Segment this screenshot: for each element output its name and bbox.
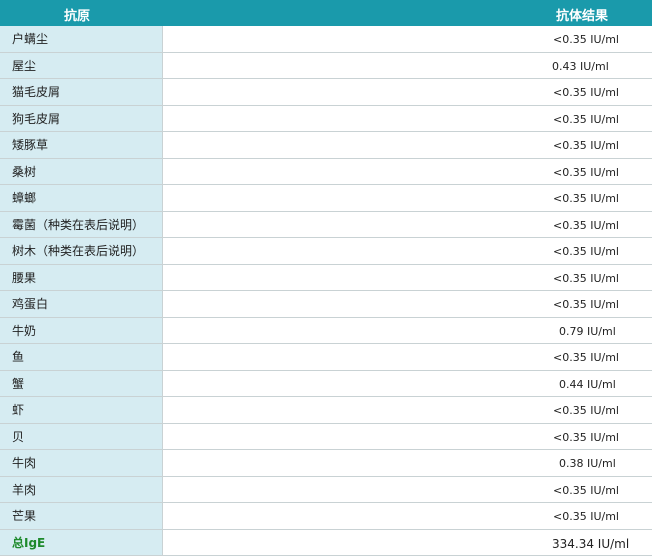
antigen-cell: 猫毛皮屑 [0, 79, 163, 105]
result-value: <0.35 IU/ml [553, 139, 619, 152]
result-cell: <0.35 IU/ml [163, 238, 652, 264]
result-value: <0.35 IU/ml [553, 430, 619, 444]
antigen-cell: 羊肉 [0, 476, 163, 502]
result-value: 0.44 IU/ml [559, 377, 616, 391]
result-cell: 0.43 IU/ml [163, 53, 652, 79]
result-value: 0.38 IU/ml [559, 457, 616, 470]
table-row: 贝 <0.35 IU/ml [0, 423, 652, 450]
result-value: <0.35 IU/ml [553, 86, 619, 99]
table-row: 猫毛皮屑 <0.35 IU/ml [0, 79, 652, 106]
table-row: 牛肉 0.38 IU/ml [0, 450, 652, 477]
antigen-cell: 蟹 [0, 370, 163, 396]
antigen-cell: 蟑螂 [0, 185, 163, 211]
result-cell: 0.79 IU/ml [163, 318, 652, 344]
table-row: 户螨尘 <0.35 IU/ml [0, 26, 652, 53]
antigen-cell: 狗毛皮屑 [0, 105, 163, 131]
result-cell: <0.35 IU/ml [163, 79, 652, 105]
total-ige-label: 总IgE [0, 529, 163, 555]
table-row: 屋尘 0.43 IU/ml [0, 52, 652, 79]
result-value: <0.35 IU/ml [553, 165, 619, 179]
result-cell: <0.35 IU/ml [163, 344, 652, 370]
result-value: <0.35 IU/ml [553, 192, 619, 205]
result-value: <0.35 IU/ml [553, 33, 619, 46]
table-row: 虾 <0.35 IU/ml [0, 397, 652, 424]
antigen-cell: 虾 [0, 397, 163, 423]
result-cell: <0.35 IU/ml [163, 265, 652, 291]
result-value: <0.35 IU/ml [553, 218, 619, 232]
table-row: 矮豚草 <0.35 IU/ml [0, 132, 652, 159]
table-row: 狗毛皮屑 <0.35 IU/ml [0, 105, 652, 132]
result-cell: <0.35 IU/ml [163, 26, 652, 52]
result-cell: <0.35 IU/ml [163, 159, 652, 185]
antigen-cell: 芒果 [0, 503, 163, 529]
result-cell: <0.35 IU/ml [163, 477, 652, 503]
table-row: 牛奶 0.79 IU/ml [0, 317, 652, 344]
antigen-column-header: 抗原 [64, 9, 91, 24]
result-cell: <0.35 IU/ml [163, 212, 652, 238]
antigen-cell: 牛肉 [0, 450, 163, 476]
table-header: 抗原 抗体结果 [0, 0, 652, 26]
table-row: 蟹 0.44 IU/ml [0, 370, 652, 397]
result-value: <0.35 IU/ml [553, 404, 619, 417]
antigen-cell: 鸡蛋白 [0, 291, 163, 317]
table-row: 桑树 <0.35 IU/ml [0, 158, 652, 185]
table-row: 鱼 <0.35 IU/ml [0, 344, 652, 371]
antigen-cell: 树木（种类在表后说明） [0, 238, 163, 264]
result-cell: <0.35 IU/ml [163, 424, 652, 450]
total-ige-cell: 334.34 IU/ml [163, 530, 652, 556]
table-row: 腰果 <0.35 IU/ml [0, 264, 652, 291]
result-value: <0.35 IU/ml [553, 351, 619, 364]
result-cell: <0.35 IU/ml [163, 503, 652, 529]
result-value: <0.35 IU/ml [553, 483, 619, 497]
result-cell: 0.44 IU/ml [163, 371, 652, 397]
antigen-cell: 屋尘 [0, 52, 163, 78]
allergy-results-table: 抗原 抗体结果 户螨尘 <0.35 IU/ml 屋尘 0.43 IU/ml 猫毛皮屑 <0… [0, 0, 652, 559]
result-value: <0.35 IU/ml [553, 245, 619, 258]
antigen-cell: 霉菌（种类在表后说明） [0, 211, 163, 237]
antigen-cell: 桑树 [0, 158, 163, 184]
table-row: 鸡蛋白 <0.35 IU/ml [0, 291, 652, 318]
total-ige-row: 总IgE 334.34 IU/ml [0, 529, 652, 556]
result-value: <0.35 IU/ml [553, 112, 619, 126]
result-cell: <0.35 IU/ml [163, 291, 652, 317]
result-value: 0.43 IU/ml [552, 59, 609, 73]
total-ige-value: 334.34 IU/ml [552, 536, 630, 551]
antigen-cell: 牛奶 [0, 317, 163, 343]
antigen-cell: 腰果 [0, 264, 163, 290]
table-row: 霉菌（种类在表后说明） <0.35 IU/ml [0, 211, 652, 238]
antigen-cell: 户螨尘 [0, 26, 163, 52]
result-value: <0.35 IU/ml [553, 510, 619, 523]
result-cell: <0.35 IU/ml [163, 397, 652, 423]
result-cell: 0.38 IU/ml [163, 450, 652, 476]
result-cell: <0.35 IU/ml [163, 106, 652, 132]
result-value: <0.35 IU/ml [553, 298, 619, 311]
table-row: 树木（种类在表后说明） <0.35 IU/ml [0, 238, 652, 265]
table-body: 户螨尘 <0.35 IU/ml 屋尘 0.43 IU/ml 猫毛皮屑 <0.35 IU/m… [0, 26, 652, 556]
antigen-cell: 贝 [0, 423, 163, 449]
antigen-cell: 矮豚草 [0, 132, 163, 158]
result-cell: <0.35 IU/ml [163, 132, 652, 158]
result-value: <0.35 IU/ml [553, 271, 619, 285]
result-value: 0.79 IU/ml [559, 324, 616, 338]
table-row: 蟑螂 <0.35 IU/ml [0, 185, 652, 212]
table-row: 芒果 <0.35 IU/ml [0, 503, 652, 530]
antigen-cell: 鱼 [0, 344, 163, 370]
result-column-header: 抗体结果 [556, 9, 609, 24]
table-row: 羊肉 <0.35 IU/ml [0, 476, 652, 503]
result-cell: <0.35 IU/ml [163, 185, 652, 211]
